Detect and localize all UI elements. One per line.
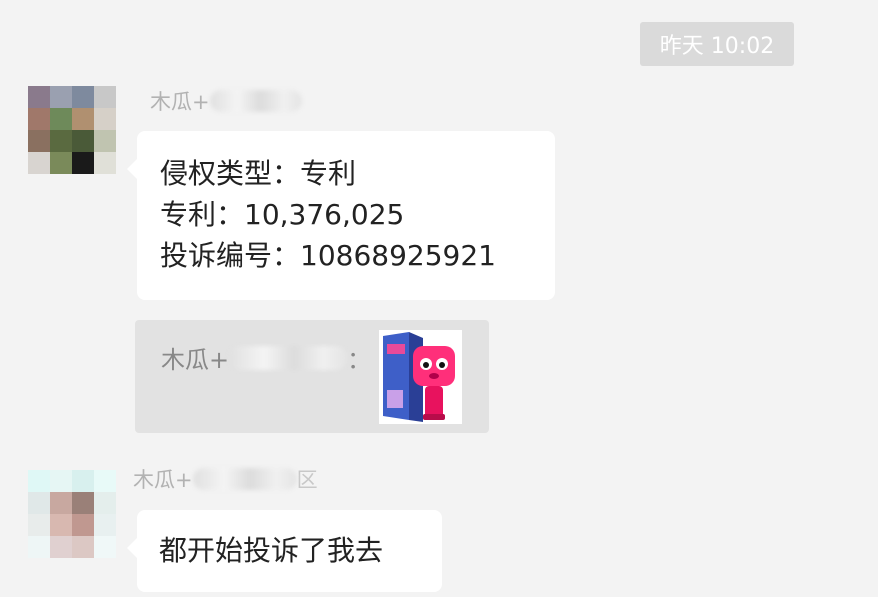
message-bubble[interactable]: 侵权类型：专利 专利：10,376,025 投诉编号：10868925921: [127, 131, 555, 300]
redacted-name: [209, 90, 302, 112]
message-bubble[interactable]: 都开始投诉了我去: [127, 510, 442, 592]
quoted-sender: 木瓜+ ：: [161, 340, 371, 375]
message-line: 专利：10,376,025: [160, 198, 405, 231]
redacted-name: [229, 345, 348, 370]
quoted-message[interactable]: 木瓜+ ：: [135, 320, 489, 433]
sender-name-text: 木瓜+: [150, 90, 210, 114]
message-line: 侵权类型：专利: [160, 157, 357, 190]
message-text: 都开始投诉了我去: [159, 534, 384, 567]
message-line: 投诉编号：10868925921: [160, 239, 496, 272]
quoted-colon: ：: [347, 346, 372, 374]
sender-avatar[interactable]: [28, 86, 116, 174]
sender-name: 木瓜+ 区: [133, 464, 318, 494]
sender-avatar[interactable]: [28, 470, 116, 558]
sender-name-text: 木瓜+: [133, 468, 193, 492]
toy-fan-icon: [379, 330, 462, 424]
redacted-name: [192, 468, 297, 490]
sender-name-suffix: 区: [296, 468, 318, 492]
sender-name: 木瓜+: [150, 86, 302, 116]
quoted-sender-text: 木瓜+: [161, 346, 230, 374]
product-thumbnail-image[interactable]: [379, 330, 462, 424]
chat-timestamp: 昨天 10:02: [640, 22, 794, 66]
